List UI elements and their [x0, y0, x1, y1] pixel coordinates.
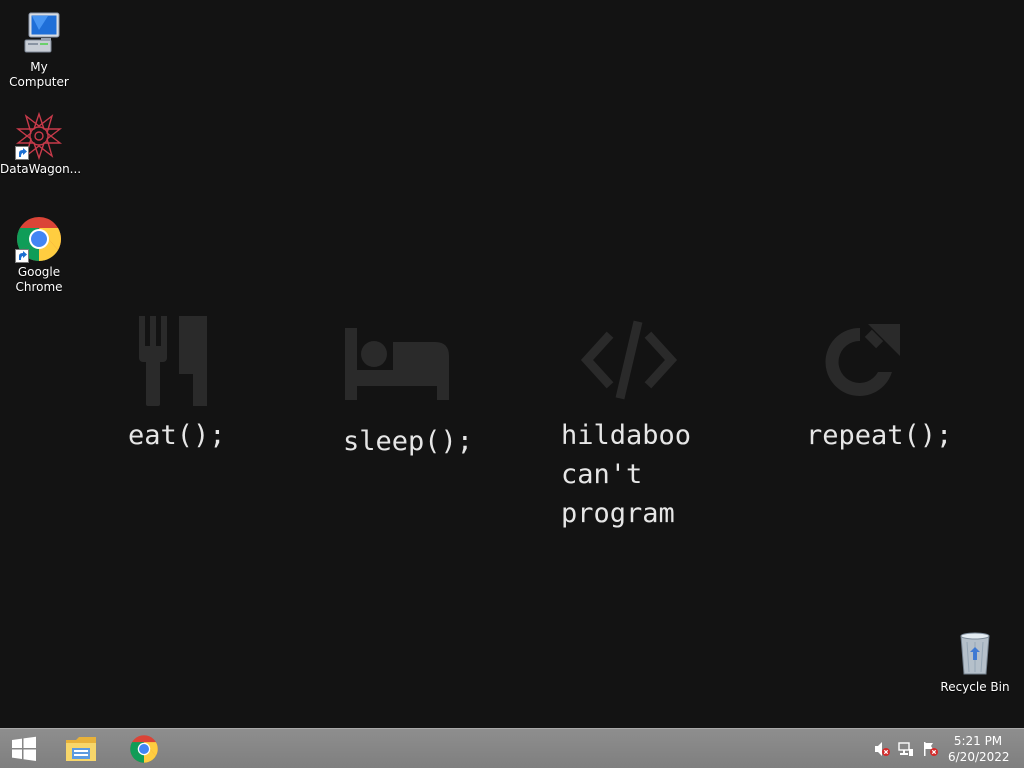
action-center-flag-icon[interactable]: [922, 741, 938, 757]
start-button[interactable]: [0, 729, 48, 768]
wallpaper-text-sleep: sleep();: [343, 426, 474, 457]
shortcut-arrow-icon: [15, 146, 29, 160]
desktop-icon-label: My Computer: [9, 60, 69, 89]
network-icon[interactable]: [898, 741, 914, 757]
volume-muted-icon[interactable]: [874, 741, 890, 757]
wallpaper-sleep: sleep();: [343, 318, 493, 468]
desktop-icon-label: Recycle Bin: [940, 680, 1010, 694]
wallpaper-text-code: hildaboo can't program: [561, 420, 692, 529]
wallpaper-repeat: repeat();: [806, 318, 976, 468]
taskbar-chrome-button[interactable]: [120, 729, 168, 768]
desktop: My Computer DataWagon... Google Chrome R…: [0, 0, 1024, 728]
desktop-icon-datawagon[interactable]: DataWagon...: [0, 111, 82, 177]
shortcut-arrow-icon: [15, 249, 29, 263]
taskbar-clock[interactable]: 5:21 PM 6/20/2022: [948, 733, 1010, 765]
wallpaper-eat: eat();: [128, 312, 248, 462]
windows-start-icon: [12, 736, 36, 761]
computer-icon: [15, 10, 63, 58]
file-explorer-icon: [66, 736, 96, 761]
taskbar-file-explorer-button[interactable]: [56, 729, 106, 768]
redo-icon: [825, 324, 900, 396]
wallpaper-text-eat: eat();: [128, 420, 226, 451]
desktop-icon-my-computer[interactable]: My Computer: [0, 10, 78, 90]
wallpaper-text-repeat: repeat();: [806, 420, 953, 451]
bed-icon: [345, 328, 449, 400]
clock-time: 5:21 PM: [953, 734, 1003, 748]
chrome-icon: [130, 734, 158, 763]
desktop-icon-label: DataWagon...: [0, 162, 82, 176]
wallpaper-code: hildaboo can't program: [561, 320, 721, 540]
fork-knife-icon: [139, 316, 207, 406]
chrome-icon: [15, 215, 63, 263]
desktop-icon-label: Google Chrome: [15, 265, 63, 294]
clock-date: 6/20/2022: [948, 750, 1010, 764]
datawagon-icon: [15, 111, 63, 161]
code-icon: [580, 320, 678, 400]
taskbar: 5:21 PM 6/20/2022: [0, 728, 1024, 768]
desktop-icon-google-chrome[interactable]: Google Chrome: [0, 215, 78, 295]
desktop-icon-recycle-bin[interactable]: Recycle Bin: [936, 630, 1014, 695]
recycle-bin-icon: [951, 630, 999, 678]
